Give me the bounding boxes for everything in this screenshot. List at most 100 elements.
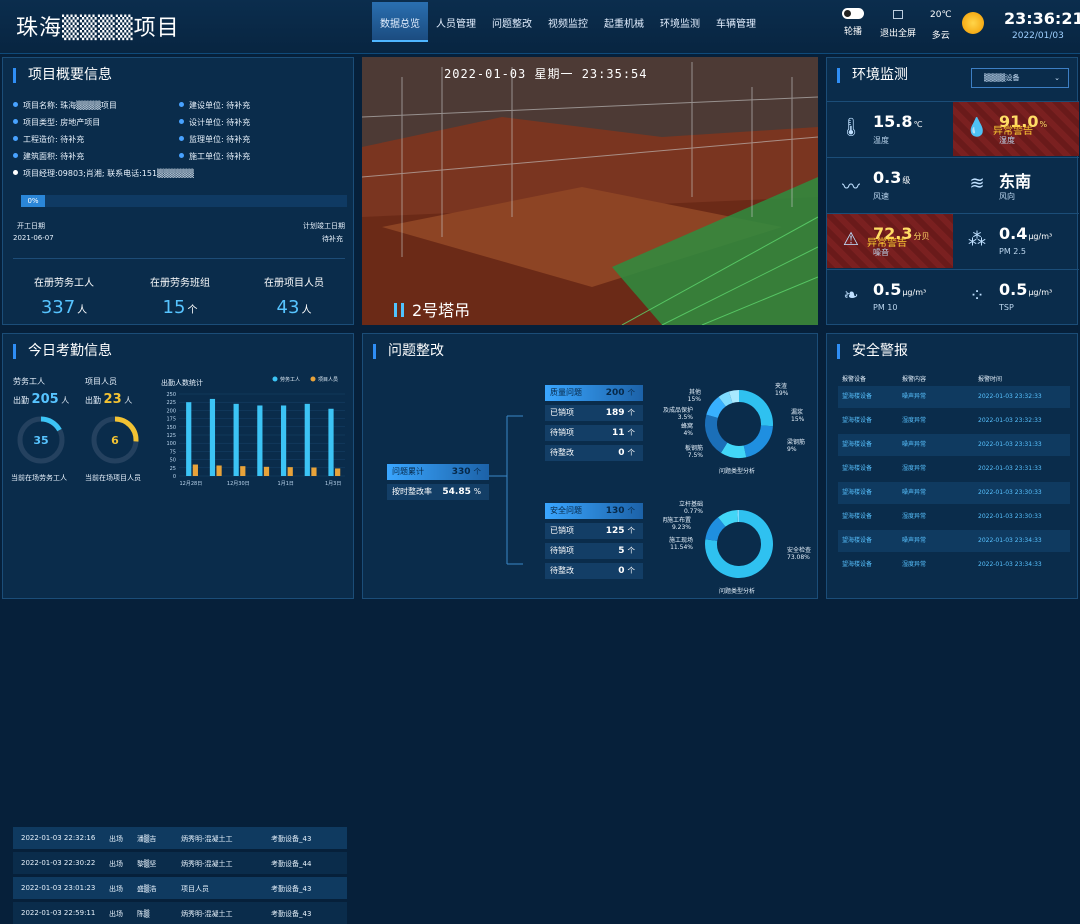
y-tick-label: 150 <box>166 425 176 431</box>
table-row: 2022-01-03 22:59:11出场陈▒炳秀明-混凝土工考勤设备_43 <box>13 902 347 924</box>
record-name: 陈▒ <box>137 909 149 919</box>
labor-label: 劳务工人 <box>13 376 45 387</box>
record-team: 炳秀明-混凝土工 <box>181 834 233 844</box>
record-team: 炳秀明-混凝土工 <box>181 859 233 869</box>
slice-label: 夹渣 <box>775 382 787 390</box>
slice-label: 文明施工布置 <box>663 516 691 524</box>
labor-ring: 35 <box>15 414 67 466</box>
tab-cranes[interactable]: 起重机械 <box>596 2 652 42</box>
bar-labor <box>234 404 239 476</box>
attendance-panel: 今日考勤信息 劳务工人 出勤 205 人 项目人员 出勤 23 人 35 6 当… <box>2 333 354 599</box>
fullscreen-label: 退出全屏 <box>880 26 916 39</box>
y-tick-label: 250 <box>166 392 176 398</box>
humidity-icon: 💧 <box>965 117 989 141</box>
alarm-row: 望海楼设备湿度异常2022-01-03 23:31:33 <box>838 458 1070 480</box>
pause-icon[interactable] <box>394 303 404 317</box>
staff-caption: 当前在场项目人员 <box>85 473 141 483</box>
panel-title: 今日考勤信息 <box>13 344 112 359</box>
record-dir: 出场 <box>109 834 123 844</box>
info-item: 建筑面积: 待补充 <box>13 151 84 162</box>
panel-title: 安全警报 <box>837 344 908 359</box>
clock: 23:36:21 <box>1004 9 1080 28</box>
labor-present: 出勤 205 人 <box>13 392 69 407</box>
record-name: 黎▒坚 <box>137 859 156 869</box>
toggle-switch[interactable] <box>842 8 864 19</box>
env-humidity: 💧91.0%异常警告湿度 <box>953 101 1079 156</box>
chevron-down-icon: ⌄ <box>1054 69 1060 87</box>
device-select[interactable]: ▒▒▒▒设备⌄ <box>971 68 1069 88</box>
alarm-row: 望海楼设备噪声异常2022-01-03 23:30:33 <box>838 482 1070 504</box>
slice-pct: 15% <box>688 396 702 403</box>
record-dir: 出场 <box>109 859 123 869</box>
bar-staff <box>288 467 293 476</box>
attendance-chart: 025507510012515017520022525012月28日12月30日… <box>153 372 353 492</box>
pm10-icon: ❧ <box>839 285 863 309</box>
slice-label: 板钢筋 <box>685 444 703 452</box>
y-tick-label: 25 <box>170 466 176 472</box>
record-team: 炳秀明-混凝土工 <box>181 909 233 919</box>
staff-label: 项目人员 <box>85 376 117 387</box>
camera-name: 2号塔吊 <box>412 297 470 321</box>
stat-teams: 在册劳务班组15个 <box>125 274 235 318</box>
labor-on-site: 35 <box>33 434 48 447</box>
bar-staff <box>311 467 316 476</box>
progress-fill: 0% <box>21 195 45 207</box>
temperature: 20℃ <box>930 10 952 20</box>
page-title: 珠海▒▒▒▒项目 <box>16 10 180 42</box>
main-nav: 数据总览 人员管理 问题整改 视频监控 起重机械 环境监测 车辆管理 <box>372 2 764 42</box>
tab-environment[interactable]: 环境监测 <box>652 2 708 42</box>
tab-issues[interactable]: 问题整改 <box>484 2 540 42</box>
broadcast-toggle[interactable]: 轮播 <box>842 8 864 37</box>
issue-head: 安全问题130个 <box>545 503 643 519</box>
staff-ring: 6 <box>89 414 141 466</box>
thermometer-icon: 🌡 <box>839 117 863 141</box>
donut-slice <box>722 397 731 401</box>
y-tick-label: 100 <box>166 441 176 447</box>
slice-pct: 9% <box>787 446 797 453</box>
info-item: 施工单位: 待补充 <box>179 151 250 162</box>
slice-pct: 0.77% <box>684 508 703 515</box>
slice-pct: 11.54% <box>670 544 693 551</box>
info-item: 项目名称: 珠海▒▒▒▒项目 <box>13 100 117 111</box>
issue-row: 已销项189个 <box>545 405 643 421</box>
environment-panel: 环境监测 ▒▒▒▒设备⌄ 🌡15.8℃温度 💧91.0%异常警告湿度 〰0.3级… <box>826 57 1078 325</box>
slice-label: 施工现场 <box>669 536 693 544</box>
record-time: 2022-01-03 23:01:23 <box>21 884 95 892</box>
issue-row: 待销项11个 <box>545 425 643 441</box>
start-label: 开工日期 <box>17 221 45 231</box>
fullscreen-button[interactable]: 退出全屏 <box>880 8 916 39</box>
record-time: 2022-01-03 22:30:22 <box>21 859 95 867</box>
y-tick-label: 225 <box>166 400 176 406</box>
slice-pct: 19% <box>775 390 789 397</box>
weather-box: 20℃ 多云 <box>930 10 952 41</box>
weather-text: 多云 <box>930 28 952 41</box>
record-device: 考勤设备_44 <box>271 859 311 869</box>
panel-title: 项目概要信息 <box>13 68 112 83</box>
y-tick-label: 75 <box>170 449 176 455</box>
project-overview-panel: 项目概要信息 项目名称: 珠海▒▒▒▒项目 项目类型: 房地产项目 工程造价: … <box>2 57 354 325</box>
labor-caption: 当前在场劳务工人 <box>11 473 67 483</box>
slice-label: 梁钢筋 <box>787 438 805 446</box>
tsp-icon: ⁘ <box>965 285 989 309</box>
tab-overview[interactable]: 数据总览 <box>372 2 428 42</box>
tab-video[interactable]: 视频监控 <box>540 2 596 42</box>
tab-vehicles[interactable]: 车辆管理 <box>708 2 764 42</box>
slice-pct: 73.08% <box>787 554 810 561</box>
tab-personnel[interactable]: 人员管理 <box>428 2 484 42</box>
issue-row: 待整改0个 <box>545 563 643 579</box>
date: 2022/01/03 <box>1012 31 1064 41</box>
record-time: 2022-01-03 22:59:11 <box>21 909 95 917</box>
donut-slice <box>711 416 724 447</box>
issue-rate: 按时整改率54.85% <box>387 484 489 500</box>
y-tick-label: 0 <box>173 474 176 480</box>
safety-donut: 安全检查73.08%施工现场11.54%文明施工布置9.23%立杆基础0.77% <box>663 492 813 598</box>
video-feed[interactable]: 2022-01-03 星期一 23:35:54 2号塔吊 <box>362 57 818 325</box>
legend-swatch <box>273 377 278 382</box>
record-team: 项目人员 <box>181 884 209 894</box>
info-item: 项目类型: 房地产项目 <box>13 117 100 128</box>
x-tick-label: 1月1日 <box>278 481 294 487</box>
record-device: 考勤设备_43 <box>271 884 311 894</box>
bar-staff <box>193 465 198 476</box>
stat-staff: 在册项目人员43人 <box>239 274 349 318</box>
record-name: 盛▒浩 <box>137 884 156 894</box>
